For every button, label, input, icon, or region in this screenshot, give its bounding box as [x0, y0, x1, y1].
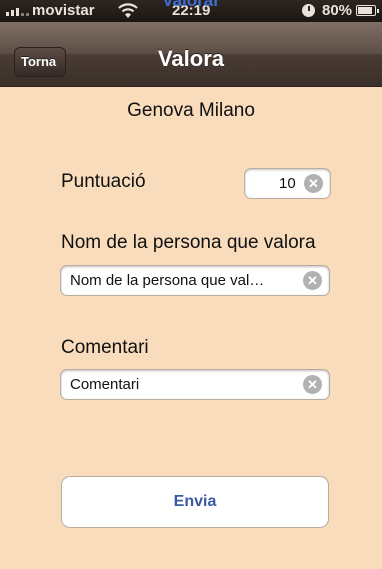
reviewer-name-value: Nom de la persona que val…: [70, 272, 265, 289]
navigation-bar: Torna Valora: [0, 22, 382, 87]
comment-label: Comentari: [61, 337, 149, 358]
rating-field[interactable]: 10 ✕: [244, 168, 331, 199]
reviewer-name-field[interactable]: Nom de la persona que val… ✕: [60, 265, 330, 296]
clear-icon[interactable]: ✕: [304, 174, 323, 193]
clear-icon[interactable]: ✕: [303, 271, 322, 290]
rating-value: 10: [279, 175, 296, 192]
rating-label: Puntuació: [61, 171, 146, 192]
ghost-title: Valorar: [162, 0, 220, 10]
submit-button[interactable]: Envia: [61, 476, 329, 528]
comment-value: Comentari: [70, 376, 140, 393]
item-name: Genova Milano: [127, 100, 255, 121]
reviewer-label: Nom de la persona que valora: [61, 232, 316, 253]
page-title: Valora: [157, 46, 225, 71]
comment-field[interactable]: Comentari ✕: [60, 369, 330, 400]
clear-icon[interactable]: ✕: [303, 375, 322, 394]
